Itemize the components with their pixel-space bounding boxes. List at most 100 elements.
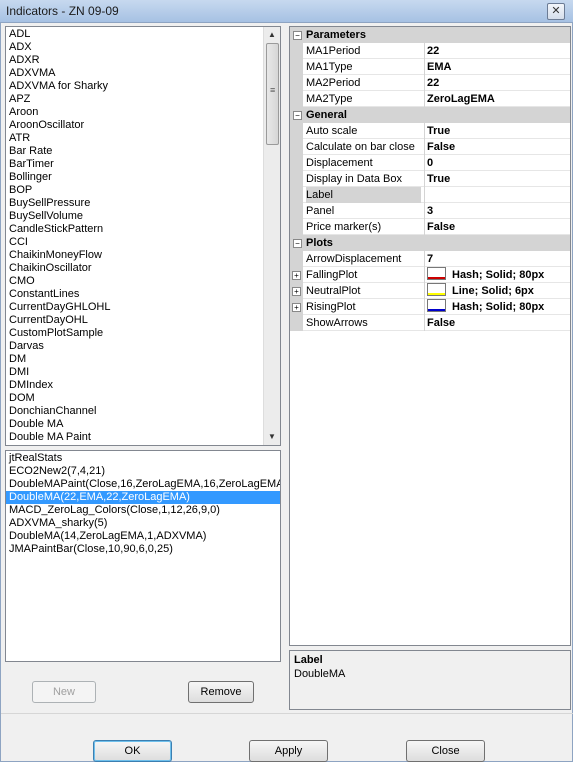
available-indicator-item[interactable]: DM xyxy=(6,353,280,366)
available-indicator-item[interactable]: Bar Rate xyxy=(6,145,280,158)
scroll-down-arrow-icon[interactable]: ▼ xyxy=(264,429,280,445)
property-row-ma2type[interactable]: MA2Type ZeroLagEMA xyxy=(290,91,570,107)
scroll-thumb[interactable]: ≡ xyxy=(266,43,279,145)
available-indicator-item[interactable]: BOP xyxy=(6,184,280,197)
available-indicator-item[interactable]: BarTimer xyxy=(6,158,280,171)
available-indicator-item[interactable]: Darvas xyxy=(6,340,280,353)
available-indicator-item[interactable]: CCI xyxy=(6,236,280,249)
property-row-calculate-on-bar-close[interactable]: Calculate on bar close False xyxy=(290,139,570,155)
property-value[interactable]: 22 xyxy=(424,75,570,91)
property-row-ma1type[interactable]: MA1Type EMA xyxy=(290,59,570,75)
available-indicator-item[interactable]: CMO xyxy=(6,275,280,288)
row-margin xyxy=(290,219,303,235)
applied-indicators-list[interactable]: jtRealStats ECO2New2(7,4,21) DoubleMAPaint… xyxy=(5,450,281,662)
ok-button[interactable]: OK xyxy=(93,740,172,762)
property-value[interactable]: False xyxy=(424,315,570,331)
property-row-neutralplot[interactable]: + NeutralPlot Line; Solid; 6px xyxy=(290,283,570,299)
property-value[interactable]: True xyxy=(424,171,570,187)
available-indicator-item[interactable]: CurrentDayGHLOHL xyxy=(6,301,280,314)
property-row-display-in-data-box[interactable]: Display in Data Box True xyxy=(290,171,570,187)
row-margin xyxy=(290,187,303,203)
row-margin xyxy=(290,251,303,267)
property-value[interactable] xyxy=(424,187,570,203)
available-indicator-item[interactable]: ADXVMA xyxy=(6,67,280,80)
available-indicator-item[interactable]: DonchianChannel xyxy=(6,405,280,418)
available-indicator-item[interactable]: AroonOscillator xyxy=(6,119,280,132)
category-label: Parameters xyxy=(306,29,366,41)
available-indicator-item[interactable]: BuySellPressure xyxy=(6,197,280,210)
available-indicator-item[interactable]: CurrentDayOHL xyxy=(6,314,280,327)
property-row-showarrows[interactable]: ShowArrows False xyxy=(290,315,570,331)
collapse-icon[interactable]: − xyxy=(293,31,302,40)
collapse-icon[interactable]: − xyxy=(293,111,302,120)
property-row-ma2period[interactable]: MA2Period 22 xyxy=(290,75,570,91)
applied-indicator-item[interactable]: ECO2New2(7,4,21) xyxy=(6,465,280,478)
available-indicator-item[interactable]: CandleStickPattern xyxy=(6,223,280,236)
property-value[interactable]: 3 xyxy=(424,203,570,219)
applied-indicator-item[interactable]: DoubleMA(14,ZeroLagEMA,1,ADXVMA) xyxy=(6,530,280,543)
available-indicator-item[interactable]: DMIndex xyxy=(6,379,280,392)
property-row-panel[interactable]: Panel 3 xyxy=(290,203,570,219)
property-value[interactable]: 7 xyxy=(424,251,570,267)
available-indicator-item[interactable]: Double MA xyxy=(6,418,280,431)
property-value[interactable]: Hash; Solid; 80px xyxy=(424,299,570,315)
property-value[interactable]: EMA xyxy=(424,59,570,75)
available-indicator-item[interactable]: ChaikinOscillator xyxy=(6,262,280,275)
property-row-ma1period[interactable]: MA1Period 22 xyxy=(290,43,570,59)
available-indicator-item[interactable]: ATR xyxy=(6,132,280,145)
property-row-auto-scale[interactable]: Auto scale True xyxy=(290,123,570,139)
available-indicator-item[interactable]: ADXR xyxy=(6,54,280,67)
property-value[interactable]: 22 xyxy=(424,43,570,59)
category-parameters[interactable]: − Parameters xyxy=(290,27,570,43)
available-indicator-item[interactable]: ChaikinMoneyFlow xyxy=(6,249,280,262)
available-indicator-item[interactable]: APZ xyxy=(6,93,280,106)
available-indicator-item[interactable]: Bollinger xyxy=(6,171,280,184)
scroll-up-arrow-icon[interactable]: ▲ xyxy=(264,27,280,43)
available-indicator-item[interactable]: ADL xyxy=(6,28,280,41)
category-general[interactable]: − General xyxy=(290,107,570,123)
expand-icon[interactable]: + xyxy=(292,287,301,296)
applied-indicator-item[interactable]: JMAPaintBar(Close,10,90,6,0,25) xyxy=(6,543,280,556)
property-name: Calculate on bar close xyxy=(306,141,415,153)
applied-indicator-item[interactable]: DoubleMA(22,EMA,22,ZeroLagEMA) xyxy=(6,491,280,504)
available-indicator-item[interactable]: CustomPlotSample xyxy=(6,327,280,340)
available-indicator-item[interactable]: ConstantLines xyxy=(6,288,280,301)
remove-button[interactable]: Remove xyxy=(188,681,254,703)
available-indicator-item[interactable]: DMI xyxy=(6,366,280,379)
available-indicators-list[interactable]: ADL ADX ADXR ADXVMA ADXVMA for Sharky APZ Aroo… xyxy=(5,26,281,446)
property-value[interactable]: Line; Solid; 6px xyxy=(424,283,570,299)
property-row-label[interactable]: Label xyxy=(290,187,570,203)
expand-icon[interactable]: + xyxy=(292,303,301,312)
property-row-fallingplot[interactable]: + FallingPlot Hash; Solid; 80px xyxy=(290,267,570,283)
collapse-icon[interactable]: − xyxy=(293,239,302,248)
apply-button[interactable]: Apply xyxy=(249,740,328,762)
category-plots[interactable]: − Plots xyxy=(290,235,570,251)
applied-indicator-item[interactable]: MACD_ZeroLag_Colors(Close,1,12,26,9,0) xyxy=(6,504,280,517)
available-indicator-item[interactable]: Double MA Paint xyxy=(6,431,280,444)
available-indicator-item[interactable]: ADXVMA for Sharky xyxy=(6,80,280,93)
applied-indicator-item[interactable]: ADXVMA_sharky(5) xyxy=(6,517,280,530)
expand-icon[interactable]: + xyxy=(292,271,301,280)
close-button[interactable]: Close xyxy=(406,740,485,762)
property-value[interactable]: ZeroLagEMA xyxy=(424,91,570,107)
property-value[interactable]: True xyxy=(424,123,570,139)
property-value-text: True xyxy=(427,125,451,137)
property-value[interactable]: False xyxy=(424,219,570,235)
close-window-button[interactable]: ✕ xyxy=(547,3,565,20)
property-value[interactable]: Hash; Solid; 80px xyxy=(424,267,570,283)
available-list-scrollbar[interactable]: ▲ ≡ ▼ xyxy=(263,27,280,445)
available-indicator-item[interactable]: BuySellVolume xyxy=(6,210,280,223)
property-row-displacement[interactable]: Displacement 0 xyxy=(290,155,570,171)
property-row-arrowdisplacement[interactable]: ArrowDisplacement 7 xyxy=(290,251,570,267)
property-row-price-marker-s[interactable]: Price marker(s) False xyxy=(290,219,570,235)
available-indicator-item[interactable]: ADX xyxy=(6,41,280,54)
property-value[interactable]: 0 xyxy=(424,155,570,171)
row-margin xyxy=(290,139,303,155)
applied-indicator-item[interactable]: DoubleMAPaint(Close,16,ZeroLagEMA,16,Zer… xyxy=(6,478,280,491)
available-indicator-item[interactable]: DOM xyxy=(6,392,280,405)
new-button[interactable]: New xyxy=(32,681,96,703)
applied-indicator-item[interactable]: jtRealStats xyxy=(6,452,280,465)
available-indicator-item[interactable]: Aroon xyxy=(6,106,280,119)
property-value[interactable]: False xyxy=(424,139,570,155)
property-row-risingplot[interactable]: + RisingPlot Hash; Solid; 80px xyxy=(290,299,570,315)
